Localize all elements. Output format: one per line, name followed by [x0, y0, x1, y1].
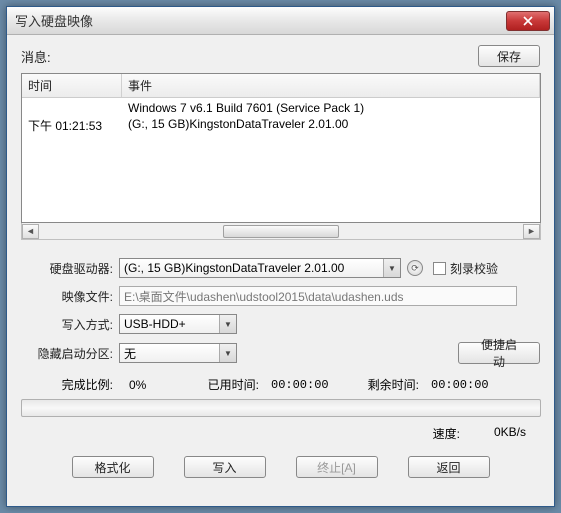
mode-label: 写入方式: [21, 316, 119, 333]
col-event-header[interactable]: 事件 [122, 74, 540, 97]
close-button[interactable] [506, 11, 550, 31]
scroll-track[interactable] [39, 224, 523, 239]
image-label: 映像文件: [21, 288, 119, 305]
log-time: 下午 01:21:53 [22, 116, 122, 135]
drive-combobox[interactable]: (G:, 15 GB)KingstonDataTraveler 2.01.00 … [119, 258, 401, 278]
verify-checkbox[interactable] [433, 262, 446, 275]
back-button[interactable]: 返回 [408, 456, 490, 478]
mode-value: USB-HDD+ [124, 317, 186, 331]
save-button[interactable]: 保存 [478, 45, 540, 67]
log-event: (G:, 15 GB)KingstonDataTraveler 2.01.00 [122, 116, 540, 135]
col-time-header[interactable]: 时间 [22, 74, 122, 97]
log-row[interactable]: Windows 7 v6.1 Build 7601 (Service Pack … [22, 100, 540, 116]
image-path-field[interactable]: E:\桌面文件\udashen\udstool2015\data\udashen… [119, 286, 517, 306]
log-time [22, 100, 122, 116]
drive-value: (G:, 15 GB)KingstonDataTraveler 2.01.00 [124, 261, 344, 275]
hide-value: 无 [124, 345, 136, 362]
dialog-window: 写入硬盘映像 消息: 保存 时间 事件 Windows 7 v6.1 Build… [6, 6, 555, 507]
scroll-left-icon[interactable]: ◄ [22, 224, 39, 239]
client-area: 消息: 保存 时间 事件 Windows 7 v6.1 Build 7601 (… [7, 35, 554, 488]
remain-label: 剩余时间: [349, 376, 419, 393]
chevron-down-icon: ▼ [219, 315, 236, 333]
log-header: 时间 事件 [22, 74, 540, 98]
refresh-button[interactable]: ⟳ [407, 260, 423, 276]
speed-label: 速度: [433, 425, 470, 442]
elapsed-label: 已用时间: [189, 376, 259, 393]
chevron-down-icon: ▼ [219, 344, 236, 362]
scroll-thumb[interactable] [223, 225, 339, 238]
elapsed-value: 00:00:00 [259, 378, 349, 392]
write-button[interactable]: 写入 [184, 456, 266, 478]
log-listview[interactable]: 时间 事件 Windows 7 v6.1 Build 7601 (Service… [21, 73, 541, 223]
window-title: 写入硬盘映像 [15, 11, 506, 30]
log-row[interactable]: 下午 01:21:53 (G:, 15 GB)KingstonDataTrave… [22, 116, 540, 135]
chevron-down-icon: ▼ [383, 259, 400, 277]
quick-boot-button[interactable]: 便捷启动 [458, 342, 540, 364]
abort-button[interactable]: 终止[A] [296, 456, 378, 478]
log-event: Windows 7 v6.1 Build 7601 (Service Pack … [122, 100, 540, 116]
progress-bar [21, 399, 541, 417]
verify-label: 刻录校验 [450, 260, 498, 277]
hide-partition-combobox[interactable]: 无 ▼ [119, 343, 237, 363]
titlebar[interactable]: 写入硬盘映像 [7, 7, 554, 35]
message-label: 消息: [21, 47, 51, 66]
horizontal-scrollbar[interactable]: ◄ ► [21, 223, 541, 240]
percent-label: 完成比例: [21, 376, 119, 393]
remain-value: 00:00:00 [419, 378, 509, 392]
hide-partition-label: 隐藏启动分区: [21, 345, 119, 362]
image-path-value: E:\桌面文件\udashen\udstool2015\data\udashen… [124, 288, 404, 305]
write-mode-combobox[interactable]: USB-HDD+ ▼ [119, 314, 237, 334]
close-icon [523, 16, 533, 26]
speed-value: 0KB/s [470, 425, 540, 442]
format-button[interactable]: 格式化 [72, 456, 154, 478]
scroll-right-icon[interactable]: ► [523, 224, 540, 239]
drive-label: 硬盘驱动器: [21, 260, 119, 277]
percent-value: 0% [119, 378, 189, 392]
